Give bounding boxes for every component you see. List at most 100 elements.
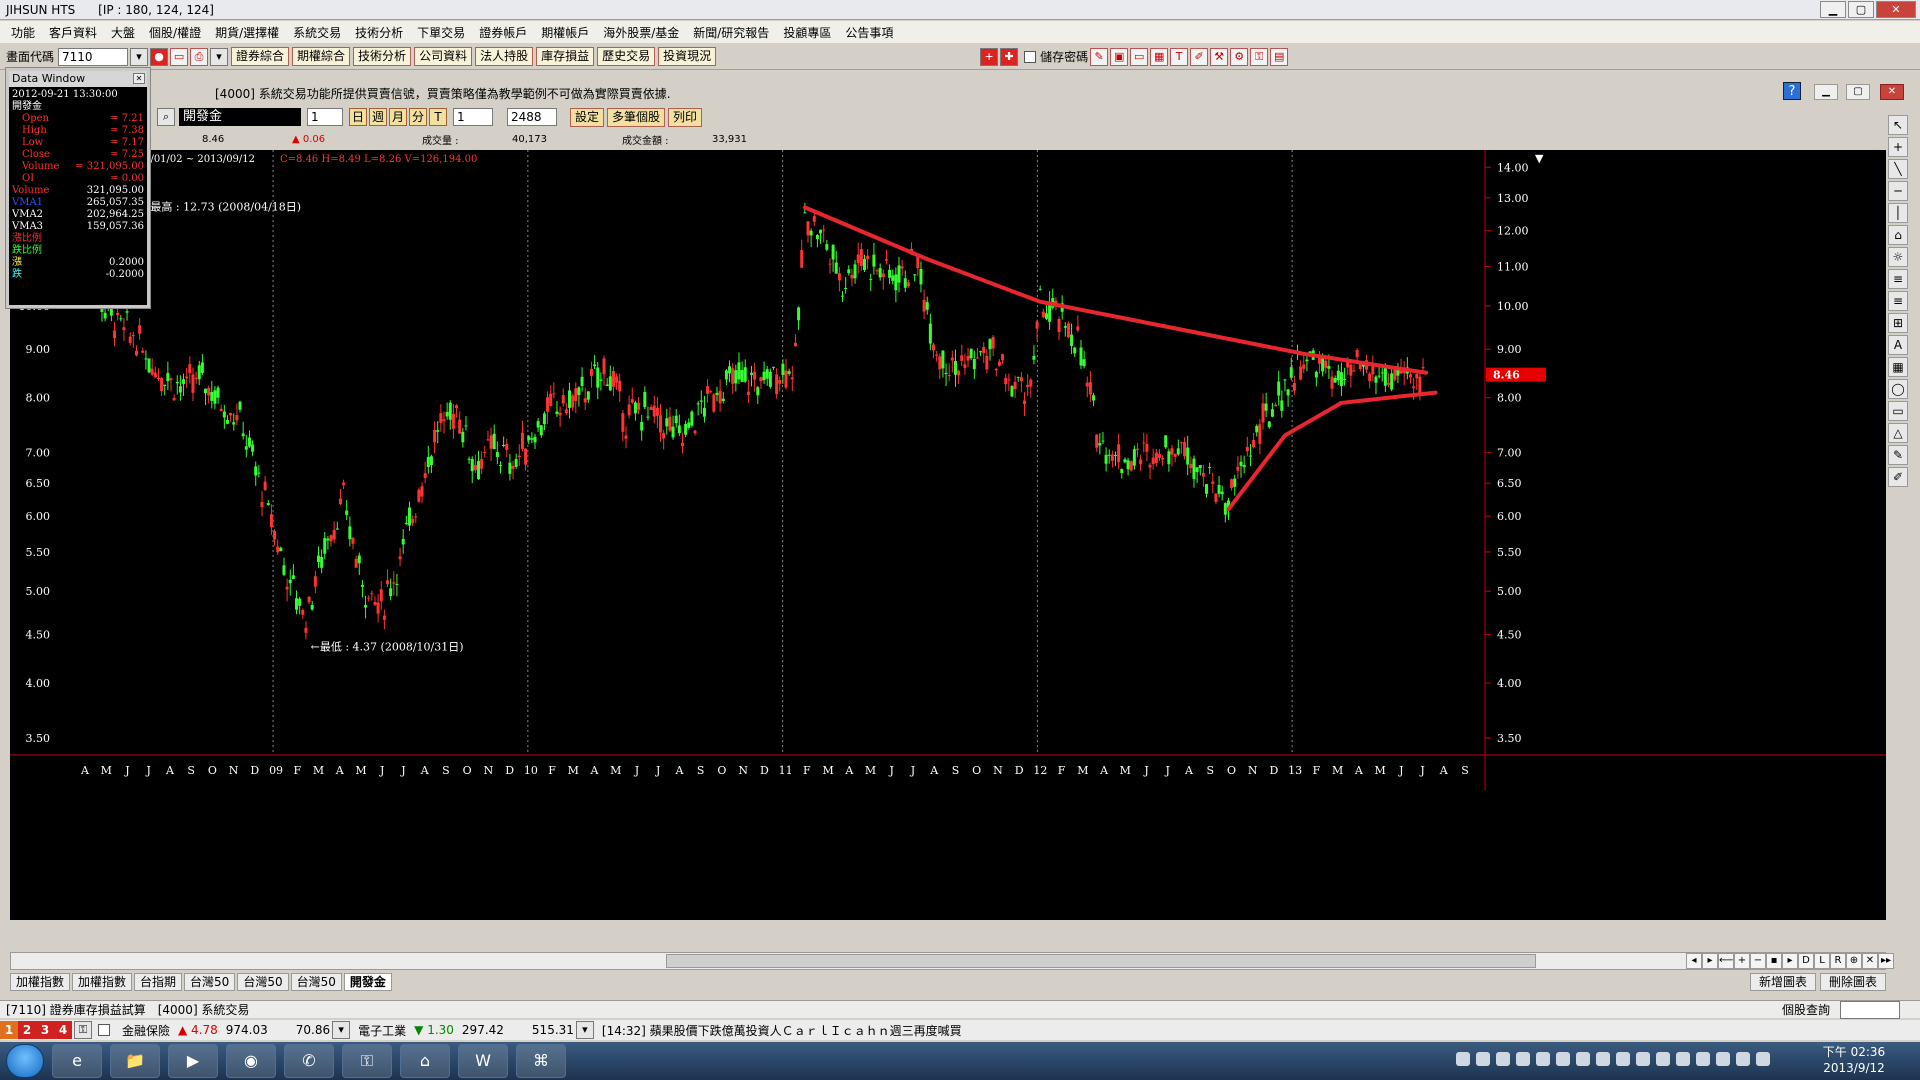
drawing-tool-6[interactable]: ☼ xyxy=(1888,247,1908,267)
window-icon-2[interactable]: ▭ xyxy=(1130,47,1149,66)
stock-query-input[interactable] xyxy=(1840,1000,1900,1019)
pencil-icon[interactable]: ✎ xyxy=(1090,47,1109,66)
menu-item-4[interactable]: 期貨/選擇權 xyxy=(208,24,286,41)
taskbar-app-1[interactable]: 📁 xyxy=(110,1044,160,1078)
menu-item-13[interactable]: 公告事項 xyxy=(838,24,900,41)
chart-canvas[interactable]: 14.0014.0013.0013.0012.0012.0011.0011.00… xyxy=(10,150,1886,920)
drawing-tool-2[interactable]: ╲ xyxy=(1888,159,1908,179)
down-arrow-icon[interactable]: ▾ xyxy=(210,47,229,66)
interval-select[interactable]: 1 xyxy=(453,108,493,126)
ticker-tab-1[interactable]: 2 xyxy=(18,1021,36,1039)
taskbar-app-2[interactable]: ▶ xyxy=(168,1044,218,1078)
tray-icon-9[interactable] xyxy=(1636,1052,1650,1066)
status-item-0[interactable]: [7110] 證券庫存損益試算 xyxy=(0,1001,152,1018)
help-icon[interactable]: ? xyxy=(1783,82,1801,100)
wrench-icon[interactable]: ⚒ xyxy=(1210,47,1229,66)
tray-icon-14[interactable] xyxy=(1736,1052,1750,1066)
toolbar-button-5[interactable]: 庫存損益 xyxy=(536,47,595,66)
menu-item-10[interactable]: 海外股票/基金 xyxy=(596,24,686,41)
action-button-0[interactable]: 設定 xyxy=(570,107,605,127)
minimize-button[interactable]: ▁ xyxy=(1820,1,1846,18)
menu-item-2[interactable]: 大盤 xyxy=(104,24,142,41)
tray-icon-13[interactable] xyxy=(1716,1052,1730,1066)
period-button-2[interactable]: 月 xyxy=(389,108,407,126)
toolbar-button-2[interactable]: 技術分析 xyxy=(353,47,412,66)
record-icon[interactable]: ● xyxy=(150,47,169,66)
toolbar-button-3[interactable]: 公司資料 xyxy=(414,47,473,66)
nav-button-6[interactable]: ▸ xyxy=(1782,953,1798,969)
period-button-1[interactable]: 週 xyxy=(369,108,387,126)
action-button-1[interactable]: 多筆個股 xyxy=(607,107,666,127)
drawing-tool-1[interactable]: + xyxy=(1888,137,1908,157)
menu-item-6[interactable]: 技術分析 xyxy=(348,24,410,41)
nav-button-9[interactable]: R xyxy=(1830,953,1846,969)
chart-tab-4[interactable]: 台灣50 xyxy=(237,973,289,991)
toolbar-button-1[interactable]: 期權綜合 xyxy=(292,47,351,66)
period-button-4[interactable]: T xyxy=(429,108,447,126)
taskbar-app-6[interactable]: ⌂ xyxy=(400,1044,450,1078)
ticker-dropdown-icon-2[interactable]: ▾ xyxy=(575,1021,594,1039)
tray-icon-15[interactable] xyxy=(1756,1052,1770,1066)
menu-item-11[interactable]: 新聞/研究報告 xyxy=(686,24,776,41)
data-window[interactable]: Data Window ✕ 2012-09-21 13:30:00 開發金 Op… xyxy=(5,67,151,309)
plus-icon[interactable]: + xyxy=(980,47,999,66)
drawing-tool-7[interactable]: ≡ xyxy=(1888,269,1908,289)
menu-item-9[interactable]: 期權帳戶 xyxy=(534,24,596,41)
period-button-3[interactable]: 分 xyxy=(409,108,427,126)
period-spinner[interactable]: 1 xyxy=(307,108,343,126)
window-icon[interactable]: ▭ xyxy=(170,47,189,66)
scrollbar-thumb[interactable] xyxy=(666,954,1536,968)
nav-button-0[interactable]: ◂ xyxy=(1686,953,1702,969)
toolbar-button-6[interactable]: 歷史交易 xyxy=(597,47,656,66)
tray-icon-2[interactable] xyxy=(1496,1052,1510,1066)
save-password-checkbox[interactable] xyxy=(1024,50,1037,63)
nav-button-11[interactable]: ✕ xyxy=(1862,953,1878,969)
tray-icon-7[interactable] xyxy=(1596,1052,1610,1066)
ticker-tab-0[interactable]: 1 xyxy=(0,1021,18,1039)
price-chart[interactable]: 14.0014.0013.0013.0012.0012.0011.0011.00… xyxy=(10,150,1886,920)
ticker-checkbox[interactable] xyxy=(98,1024,110,1036)
text-icon[interactable]: T xyxy=(1170,47,1189,66)
chart-action-1[interactable]: 刪除圖表 xyxy=(1819,973,1886,991)
toolbar-button-4[interactable]: 法人持股 xyxy=(475,47,534,66)
drawing-tool-9[interactable]: ⊞ xyxy=(1888,313,1908,333)
tray-icon-12[interactable] xyxy=(1696,1052,1710,1066)
close-button[interactable]: ✕ xyxy=(1876,1,1916,18)
lock-icon-2[interactable]: ⚿ xyxy=(74,1021,92,1039)
drawing-tool-4[interactable]: │ xyxy=(1888,203,1908,223)
status-item-1[interactable]: [4000] 系統交易 xyxy=(152,1001,256,1018)
menu-item-8[interactable]: 證券帳戶 xyxy=(472,24,534,41)
chart-tab-6[interactable]: 開發金 xyxy=(343,973,392,991)
drawing-tool-10[interactable]: A xyxy=(1888,335,1908,355)
stock-query-label[interactable]: 個股查詢 xyxy=(1776,1001,1836,1018)
drawing-tool-0[interactable]: ↖ xyxy=(1888,115,1908,135)
chart-scrollbar[interactable]: ◂ ▸ ⟵ + − ▪ ▸ D L R ⊕ ✕ ▸▸ xyxy=(10,952,1894,970)
nav-button-5[interactable]: ▪ xyxy=(1766,953,1782,969)
menu-item-1[interactable]: 客戶資料 xyxy=(42,24,104,41)
code-input[interactable]: 7110 xyxy=(58,47,129,66)
drawing-tool-13[interactable]: ▭ xyxy=(1888,401,1908,421)
window-tile-icon[interactable]: ▣ xyxy=(1110,47,1129,66)
tray-icon-3[interactable] xyxy=(1516,1052,1530,1066)
bars-spinner[interactable]: 2488 xyxy=(507,108,557,126)
tray-icon-11[interactable] xyxy=(1676,1052,1690,1066)
tray-icon-10[interactable] xyxy=(1656,1052,1670,1066)
nav-button-2[interactable]: ⟵ xyxy=(1718,953,1734,969)
tray-icon-5[interactable] xyxy=(1556,1052,1570,1066)
taskbar-app-5[interactable]: ⚿ xyxy=(342,1044,392,1078)
nav-button-3[interactable]: + xyxy=(1734,953,1750,969)
layout-icon[interactable]: ▤ xyxy=(1270,47,1289,66)
taskbar-app-8[interactable]: ⌘ xyxy=(516,1044,566,1078)
chart-minimize-button[interactable]: ▁ xyxy=(1814,84,1838,100)
chart-tab-2[interactable]: 台指期 xyxy=(134,973,183,991)
maximize-button[interactable]: ▢ xyxy=(1848,1,1874,18)
nav-button-1[interactable]: ▸ xyxy=(1702,953,1718,969)
action-button-2[interactable]: 列印 xyxy=(668,107,703,127)
drawing-tool-5[interactable]: ⌂ xyxy=(1888,225,1908,245)
menu-item-5[interactable]: 系統交易 xyxy=(286,24,348,41)
taskbar-app-7[interactable]: W xyxy=(458,1044,508,1078)
search-icon[interactable]: ⌕ xyxy=(157,108,175,126)
tray-icon-1[interactable] xyxy=(1476,1052,1490,1066)
taskbar-app-4[interactable]: ✆ xyxy=(284,1044,334,1078)
print-icon[interactable]: ⎙ xyxy=(190,47,209,66)
